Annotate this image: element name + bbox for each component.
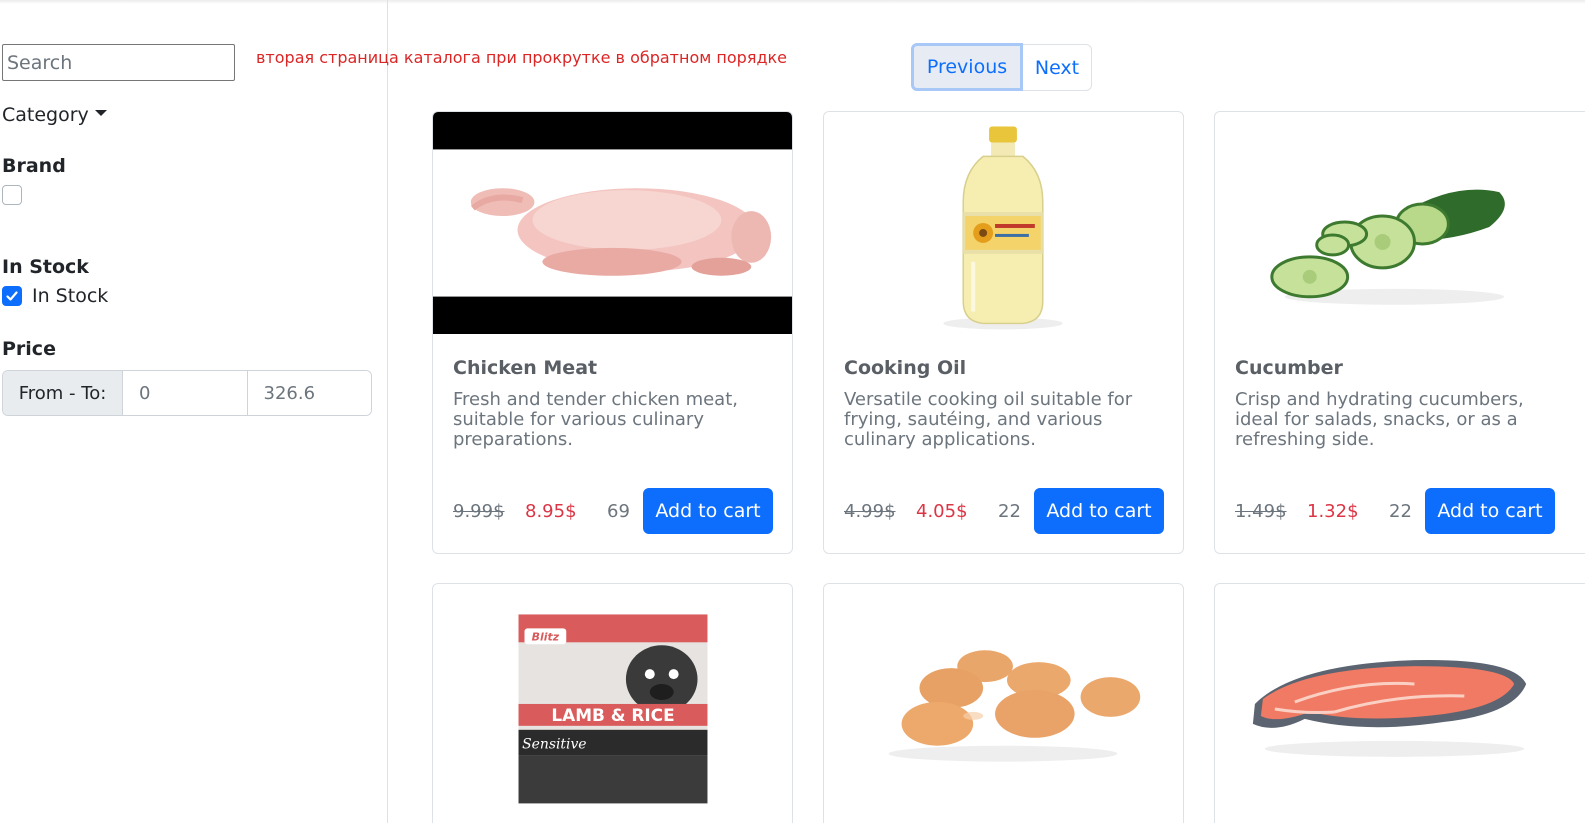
stock-count: 69 <box>607 500 630 522</box>
brand-checkbox[interactable] <box>2 185 22 205</box>
product-card: Blitz LAMB & RICE Sensitive <box>432 583 793 823</box>
sale-price: 1.32$ <box>1307 500 1359 522</box>
dog-food-bag-image: Blitz LAMB & RICE Sensitive <box>433 584 792 806</box>
price-range-group: From - To: 0 326.6 <box>2 370 372 416</box>
chicken-image <box>433 112 792 334</box>
category-dropdown[interactable]: Category <box>2 104 107 126</box>
filter-sidebar: Category Brand In Stock In Stock Price F… <box>0 0 787 823</box>
add-to-cart-button[interactable]: Add to cart <box>643 488 773 534</box>
eggs-image <box>824 584 1183 806</box>
price-from-input[interactable]: 0 <box>123 371 247 415</box>
sale-price: 8.95$ <box>525 500 577 522</box>
search-input[interactable] <box>2 44 235 81</box>
stock-count: 22 <box>998 500 1021 522</box>
caret-down-icon <box>94 110 107 116</box>
add-to-cart-button[interactable]: Add to cart <box>1034 488 1164 534</box>
product-description: Crisp and hydrating cucumbers, ideal for… <box>1235 389 1524 450</box>
product-footer: 9.99$ 8.95$ 69 Add to cart <box>453 488 773 534</box>
old-price: 1.49$ <box>1235 500 1287 522</box>
old-price: 9.99$ <box>453 500 505 522</box>
package-brand: Blitz <box>532 630 560 643</box>
package-title: LAMB & RICE <box>551 705 674 725</box>
product-title: Cucumber <box>1235 357 1343 379</box>
product-card: Cucumber Crisp and hydrating cucumbers, … <box>1214 111 1585 554</box>
product-card <box>1214 583 1585 823</box>
sale-price: 4.05$ <box>916 500 968 522</box>
product-card: Cooking Oil Versatile cooking oil suitab… <box>823 111 1184 554</box>
category-label: Category <box>2 104 89 126</box>
old-price: 4.99$ <box>844 500 896 522</box>
instock-title: In Stock <box>2 256 89 278</box>
product-title: Chicken Meat <box>453 357 598 379</box>
instock-checkbox[interactable] <box>2 286 22 306</box>
brand-title: Brand <box>2 155 66 177</box>
price-title: Price <box>2 338 56 360</box>
checkmark-icon <box>6 291 18 301</box>
add-to-cart-button[interactable]: Add to cart <box>1425 488 1555 534</box>
product-card: Chicken Meat Fresh and tender chicken me… <box>432 111 793 554</box>
cucumber-image <box>1215 112 1585 334</box>
oil-bottle-image <box>824 112 1183 334</box>
pagination: Previous Next <box>911 43 1092 91</box>
product-title: Cooking Oil <box>844 357 967 379</box>
annotation-note: вторая страница каталога при прокрутке в… <box>256 48 788 67</box>
price-to-input[interactable]: 326.6 <box>246 371 371 415</box>
product-footer: 4.99$ 4.05$ 22 Add to cart <box>844 488 1164 534</box>
product-footer: 1.49$ 1.32$ 22 Add to cart <box>1235 488 1555 534</box>
stock-count: 22 <box>1389 500 1412 522</box>
salmon-steak-image <box>1215 584 1585 806</box>
product-description: Versatile cooking oil suitable for fryin… <box>844 389 1133 450</box>
instock-label: In Stock <box>32 285 109 307</box>
previous-page-button[interactable]: Previous <box>911 43 1023 91</box>
product-description: Fresh and tender chicken meat, suitable … <box>453 389 738 450</box>
package-subtitle: Sensitive <box>522 737 586 753</box>
price-addon-label: From - To: <box>3 371 123 415</box>
next-page-button[interactable]: Next <box>1023 44 1092 91</box>
product-card <box>823 583 1184 823</box>
